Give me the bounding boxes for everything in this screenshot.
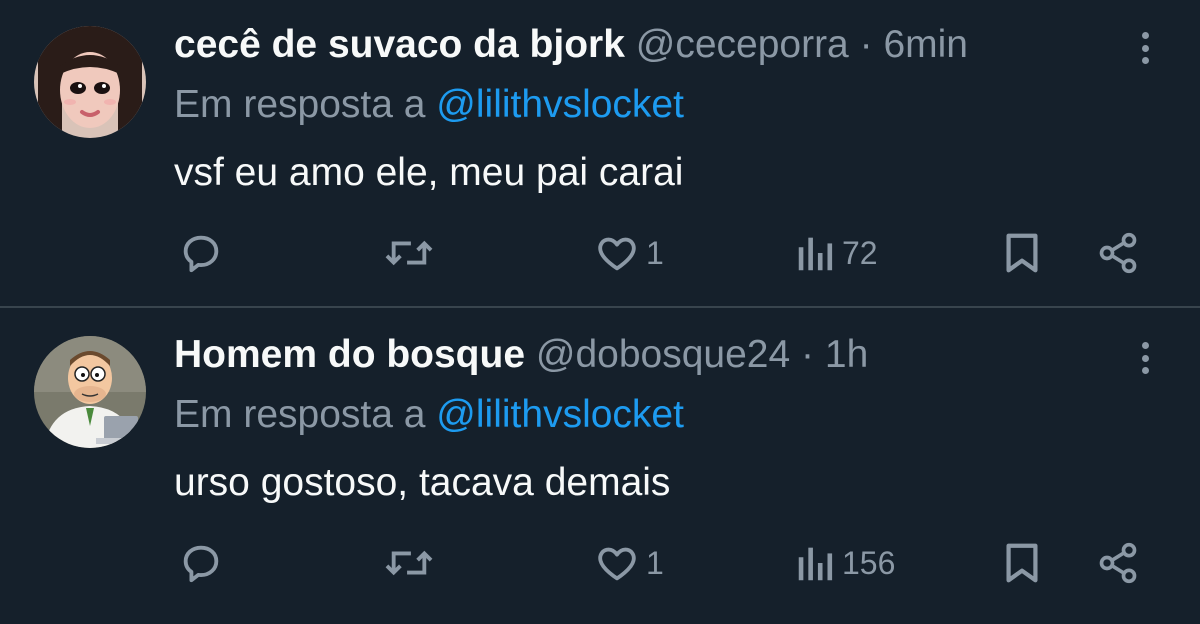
bookmark-button[interactable] [1002, 538, 1042, 588]
bookmark-icon [1006, 233, 1038, 273]
separator-dot: · [801, 333, 815, 376]
heart-icon [598, 547, 636, 581]
separator-dot: · [859, 23, 873, 66]
view-count: 72 [842, 234, 878, 271]
like-count: 1 [646, 234, 664, 271]
views-chart-icon [798, 547, 833, 581]
tweet-header: cecê de suvaco da bjork @ceceporra · 6mi… [174, 22, 968, 68]
reply-prefix: Em resposta a [174, 393, 426, 436]
share-button[interactable] [1096, 538, 1140, 588]
retweet-icon [385, 550, 433, 576]
bookmark-button[interactable] [1002, 228, 1042, 278]
tweet-text: urso gostoso, tacava demais [174, 461, 671, 504]
reply-icon [183, 235, 219, 273]
views-chart-icon [798, 237, 833, 271]
reply-button[interactable] [178, 538, 224, 588]
action-bar: 1 72 [0, 228, 1200, 278]
reply-prefix: Em resposta a [174, 83, 426, 126]
user-handle[interactable]: @ceceporra [636, 23, 849, 66]
reply-context: Em resposta a @lilithvslocket [174, 82, 684, 128]
tweet-text: vsf eu amo ele, meu pai carai [174, 151, 684, 194]
views-button[interactable]: 72 [796, 228, 878, 278]
view-count: 156 [842, 544, 896, 581]
reply-mention-link[interactable]: @lilithvslocket [436, 83, 684, 126]
retweet-icon [385, 240, 433, 266]
user-handle[interactable]: @dobosque24 [536, 333, 790, 376]
tweet-card[interactable]: Homem do bosque @dobosque24 · 1h Em resp… [0, 310, 1200, 624]
timestamp[interactable]: 6min [883, 23, 968, 66]
display-name[interactable]: Homem do bosque [174, 333, 525, 376]
like-count: 1 [646, 544, 664, 581]
avatar-cartoon-man-laptop-icon [34, 336, 146, 448]
retweet-button[interactable] [384, 228, 434, 278]
more-options-icon[interactable] [1130, 338, 1160, 378]
share-icon [1099, 232, 1137, 274]
avatar[interactable] [34, 26, 146, 138]
reply-button[interactable] [178, 228, 224, 278]
avatar-girl-photo-icon [34, 26, 146, 138]
tweet-header: Homem do bosque @dobosque24 · 1h [174, 332, 868, 378]
action-bar: 1 156 [0, 538, 1200, 588]
more-options-icon[interactable] [1130, 28, 1160, 68]
share-icon [1099, 542, 1137, 584]
timestamp[interactable]: 1h [825, 333, 868, 376]
like-button[interactable]: 1 [594, 228, 664, 278]
tweet-card[interactable]: cecê de suvaco da bjork @ceceporra · 6mi… [0, 0, 1200, 308]
bookmark-icon [1006, 543, 1038, 583]
reply-context: Em resposta a @lilithvslocket [174, 392, 684, 438]
views-button[interactable]: 156 [796, 538, 895, 588]
reply-feed: cecê de suvaco da bjork @ceceporra · 6mi… [0, 0, 1200, 624]
reply-icon [183, 545, 219, 583]
avatar[interactable] [34, 336, 146, 448]
heart-icon [598, 237, 636, 271]
retweet-button[interactable] [384, 538, 434, 588]
like-button[interactable]: 1 [594, 538, 664, 588]
reply-mention-link[interactable]: @lilithvslocket [436, 393, 684, 436]
display-name[interactable]: cecê de suvaco da bjork [174, 23, 625, 66]
share-button[interactable] [1096, 228, 1140, 278]
